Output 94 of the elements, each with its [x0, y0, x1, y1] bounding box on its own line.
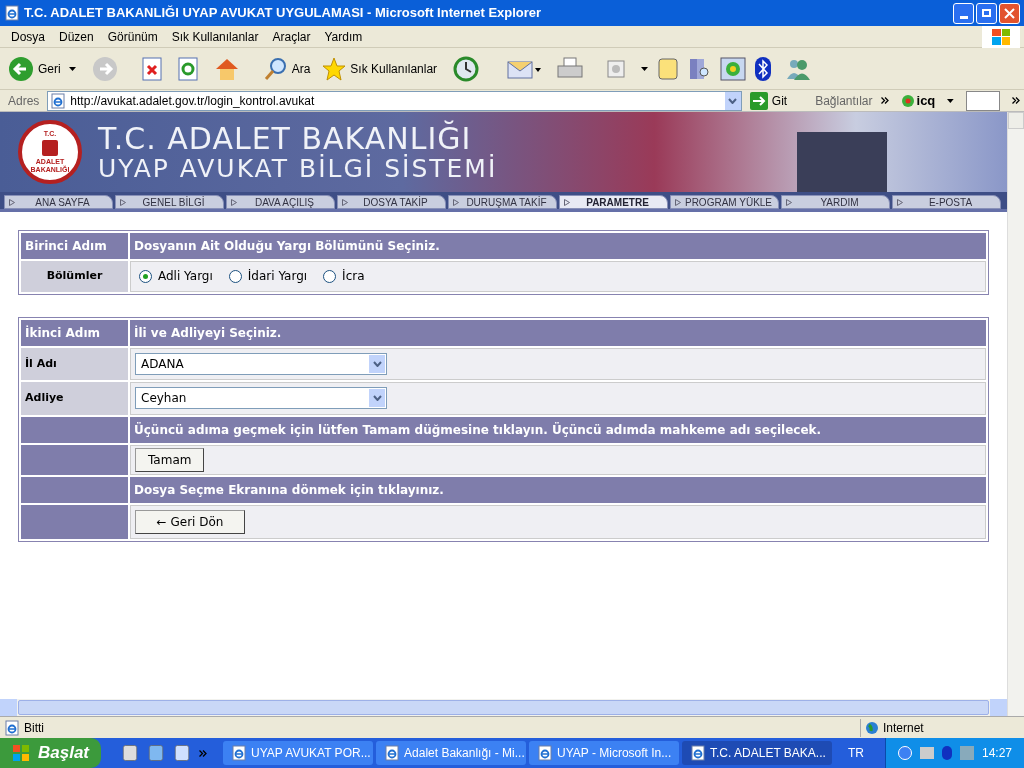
address-label: Adres	[7, 92, 41, 110]
address-field[interactable]: http://avukat.adalet.gov.tr/login_kontrol.avukat	[47, 90, 742, 111]
triangle-icon	[786, 198, 792, 206]
dropdown-field[interactable]: ADANA	[135, 352, 387, 375]
info-text: Dosya Seçme Ekranına dönmek için tıklayınız.	[130, 476, 986, 503]
taskbar-button[interactable]: T.C. ADALET BAKA...	[682, 741, 833, 765]
triangle-icon	[675, 198, 681, 206]
bluetooth-icon[interactable]	[754, 55, 773, 82]
row-label: İl Adı	[21, 347, 128, 380]
step-label: Birinci Adım	[21, 233, 128, 259]
zone-label: Internet	[883, 719, 924, 737]
menu-item[interactable]: Düzen	[52, 27, 101, 46]
favorites-button[interactable]: Sık Kullanılanlar	[322, 56, 438, 81]
window-icon	[231, 745, 248, 761]
input-field[interactable]	[966, 90, 1000, 111]
radio-option[interactable]: İdari Yargı	[228, 267, 308, 286]
search-button[interactable]: Ara	[263, 56, 311, 81]
nav-tab[interactable]: E-POSTA	[892, 195, 1001, 209]
triangle-icon	[231, 198, 237, 206]
back-button[interactable]: ← Geri Dön	[135, 509, 245, 534]
dropdown-arrow-icon[interactable]	[641, 66, 649, 71]
language-indicator[interactable]: TR	[848, 744, 865, 762]
radio-option[interactable]: Adli Yargı	[139, 267, 213, 286]
flower-icon	[900, 93, 915, 108]
triangle-icon	[342, 198, 348, 206]
printer-icon[interactable]	[557, 56, 584, 81]
window-title: T.C. ADALET BAKANLIĞI UYAP AVUKAT UYGULAMASI - Microsoft Internet Explorer	[24, 4, 542, 23]
nav-tab[interactable]: DOSYA TAKİP	[337, 195, 446, 209]
ok-button[interactable]: Tamam	[135, 447, 205, 472]
close-button[interactable]	[999, 2, 1020, 24]
chevron-icon[interactable]	[1012, 97, 1020, 104]
dropdown-arrow-icon[interactable]	[947, 98, 954, 103]
banner-subtitle: UYAP AVUKAT BİLGİ SİSTEMİ	[98, 155, 498, 181]
window-icon	[384, 745, 401, 761]
nav-tab[interactable]: YARDIM	[781, 195, 890, 209]
row-label: Adliye	[21, 382, 128, 415]
step-heading: İli ve Adliyeyi Seçiniz.	[130, 319, 986, 346]
row-label: Bölümler	[21, 261, 128, 292]
triangle-icon	[453, 198, 459, 206]
horizontal-scrollbar[interactable]	[0, 699, 1007, 716]
step-label: İkinci Adım	[21, 319, 128, 346]
menu-item[interactable]: Sık Kullanılanlar	[164, 27, 266, 46]
globe-icon	[865, 720, 879, 735]
triangle-icon	[9, 198, 15, 206]
flower-icon[interactable]	[720, 56, 747, 81]
minimize-button[interactable]	[953, 2, 974, 24]
star-icon	[322, 56, 347, 81]
nav-tab[interactable]: DURUŞMA TAKİF	[448, 195, 557, 209]
taskbar-button[interactable]: UYAP - Microsoft In...	[529, 741, 680, 765]
back-button[interactable]: Geri	[8, 55, 61, 82]
window-icon	[690, 745, 707, 761]
radio-icon[interactable]	[323, 269, 337, 283]
restore-button[interactable]	[976, 2, 997, 24]
nav-tab[interactable]: DAVA AÇILIŞ	[226, 195, 335, 209]
nav-tab[interactable]: PARAMETRE	[559, 195, 668, 209]
search-icon	[263, 56, 288, 81]
windows-logo-icon	[982, 25, 1020, 48]
history-icon[interactable]	[453, 55, 480, 82]
chevron-icon[interactable]	[880, 97, 889, 104]
go-button[interactable]: Git	[745, 91, 792, 110]
step-heading: Dosyanın Ait Olduğu Yargı Bölümünü Seçiniz.	[130, 233, 986, 259]
triangle-icon	[120, 198, 126, 206]
page-icon	[4, 719, 20, 736]
nav-tab[interactable]: PROGRAM YÜKLE	[670, 195, 779, 209]
taskbar-button[interactable]: Adalet Bakanlığı - Mi...	[376, 741, 527, 765]
vertical-scrollbar[interactable]	[1007, 112, 1024, 716]
taskbar-button[interactable]: UYAP AVUKAT POR...	[223, 741, 374, 765]
clock: 14:27	[981, 745, 1012, 762]
status-text: Bitti	[24, 719, 44, 737]
refresh-icon[interactable]	[177, 56, 198, 81]
icq-button[interactable]: icq	[900, 90, 936, 111]
links-label[interactable]: Bağlantılar	[815, 91, 873, 110]
windows-logo-icon	[12, 744, 30, 762]
dropdown-arrow-icon[interactable]	[68, 66, 76, 71]
note-icon[interactable]	[656, 56, 681, 81]
radio-icon[interactable]	[228, 269, 242, 283]
triangle-icon	[564, 198, 570, 206]
window-icon	[537, 745, 554, 761]
nav-tab[interactable]: GENEL BİLGİ	[115, 195, 224, 209]
dropdown-field[interactable]: Ceyhan	[135, 387, 387, 410]
menu-item[interactable]: Dosya	[4, 27, 52, 46]
nav-tab[interactable]: ANA SAYFA	[4, 195, 113, 209]
info-text: Üçüncü adıma geçmek için lütfen Tamam düğmesine tıklayın. Üçüncü adımda mahkeme adı seçilecek.	[130, 416, 986, 443]
close-icon	[1004, 7, 1015, 19]
start-button[interactable]: Başlat	[0, 738, 102, 768]
menu-item[interactable]: Yardım	[317, 27, 370, 46]
triangle-icon	[897, 198, 903, 206]
browser-icon	[4, 5, 20, 21]
browser-page-icon	[50, 92, 67, 109]
radio-option[interactable]: İcra	[323, 267, 365, 286]
radio-icon[interactable]	[139, 269, 152, 283]
stop-icon[interactable]	[141, 56, 162, 81]
menu-item[interactable]: Görünüm	[100, 27, 165, 46]
menu-item[interactable]: Araçlar	[265, 27, 318, 46]
